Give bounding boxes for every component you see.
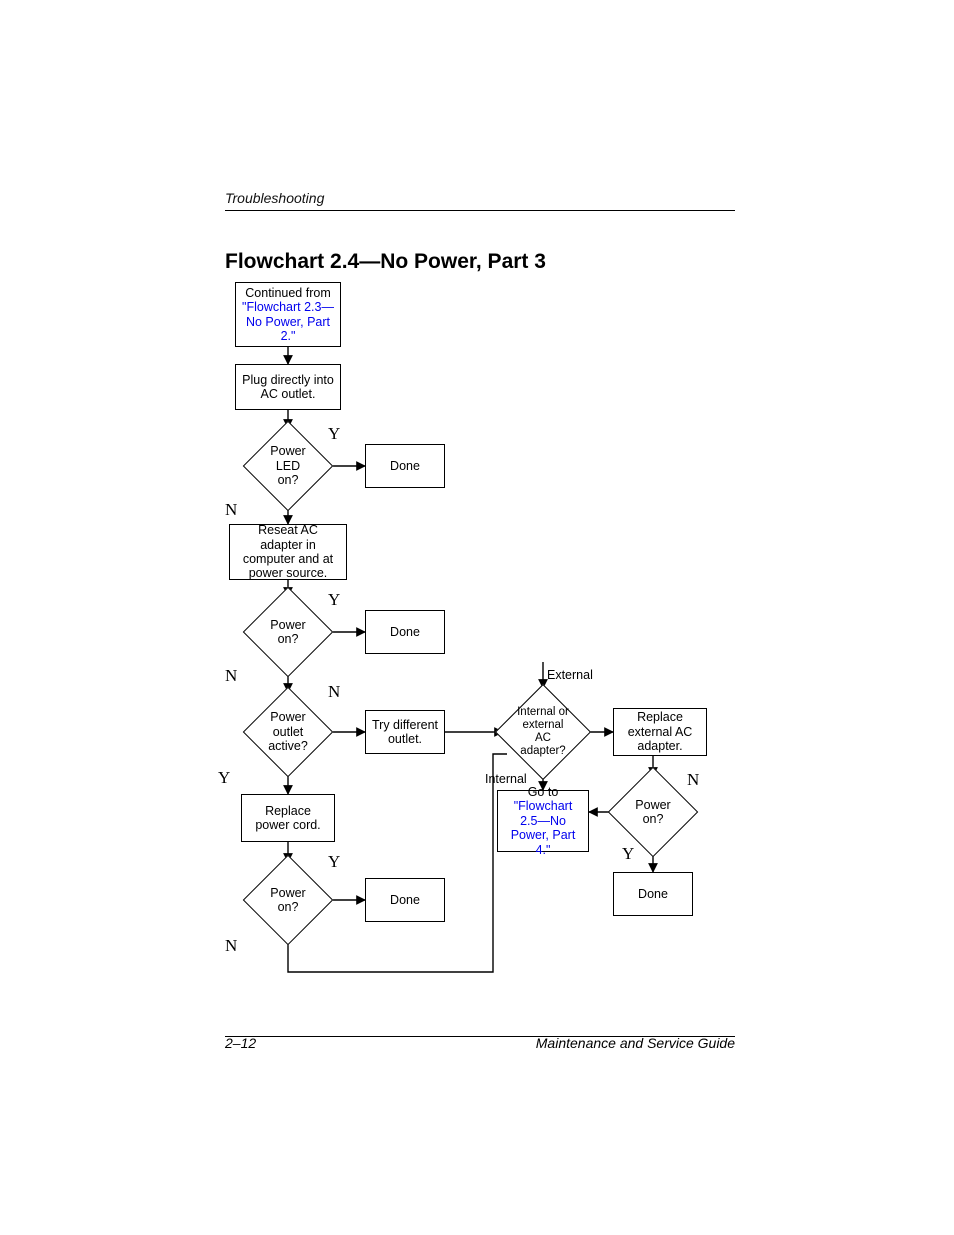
- node-power-led-text: Power LED on?: [256, 434, 320, 498]
- header-section-label: Troubleshooting: [225, 190, 735, 206]
- node-goto-line1: Go to: [528, 785, 559, 799]
- label-internal: Internal: [485, 772, 527, 786]
- node-goto: Go to "Flowchart 2.5—No Power, Part 4.": [497, 790, 589, 852]
- label-y-outlet: Y: [218, 768, 230, 788]
- footer-page-number: 2–12: [225, 1035, 256, 1051]
- page-title: Flowchart 2.4—No Power, Part 3: [225, 250, 546, 274]
- label-n-outlet: N: [328, 682, 340, 702]
- node-power-outlet: Power outlet active?: [256, 700, 320, 764]
- node-done-4: Done: [613, 872, 693, 916]
- node-internal-external-text: Internal or external AC adapter?: [509, 698, 577, 766]
- label-n-p2: N: [225, 936, 237, 956]
- node-done-2: Done: [365, 610, 445, 654]
- node-goto-link[interactable]: "Flowchart 2.5—No Power, Part 4.": [511, 799, 576, 856]
- label-y-led: Y: [328, 424, 340, 444]
- node-power-on-3-text: Power on?: [621, 780, 685, 844]
- page-header: Troubleshooting: [225, 190, 735, 211]
- node-power-outlet-text: Power outlet active?: [256, 700, 320, 764]
- node-start-line1: Continued from: [245, 286, 330, 300]
- node-plug: Plug directly into AC outlet.: [235, 364, 341, 410]
- page: Troubleshooting Flowchart 2.4—No Power, …: [0, 0, 954, 1235]
- label-n-p3: N: [687, 770, 699, 790]
- node-done-3: Done: [365, 878, 445, 922]
- node-power-on-2: Power on?: [256, 868, 320, 932]
- node-try-outlet: Try different outlet.: [365, 710, 445, 754]
- node-power-on-2-text: Power on?: [256, 868, 320, 932]
- node-start: Continued from "Flowchart 2.3—No Power, …: [235, 282, 341, 347]
- node-power-led: Power LED on?: [256, 434, 320, 498]
- node-internal-external: Internal or external AC adapter?: [509, 698, 577, 766]
- label-external: External: [547, 668, 593, 682]
- node-reseat: Reseat AC adapter in computer and at pow…: [229, 524, 347, 580]
- node-power-on-1: Power on?: [256, 600, 320, 664]
- footer-guide-title: Maintenance and Service Guide: [435, 1035, 735, 1051]
- node-power-on-3: Power on?: [621, 780, 685, 844]
- label-y-p2: Y: [328, 852, 340, 872]
- label-n-led: N: [225, 500, 237, 520]
- node-replace-cord: Replace power cord.: [241, 794, 335, 842]
- header-rule: [225, 210, 735, 211]
- node-power-on-1-text: Power on?: [256, 600, 320, 664]
- flowchart-canvas: Continued from "Flowchart 2.3—No Power, …: [225, 282, 735, 994]
- node-replace-external: Replace external AC adapter.: [613, 708, 707, 756]
- label-y-p1: Y: [328, 590, 340, 610]
- node-start-link[interactable]: "Flowchart 2.3—No Power, Part 2.": [242, 300, 334, 343]
- node-done-1: Done: [365, 444, 445, 488]
- label-y-p3: Y: [622, 844, 634, 864]
- label-n-p1: N: [225, 666, 237, 686]
